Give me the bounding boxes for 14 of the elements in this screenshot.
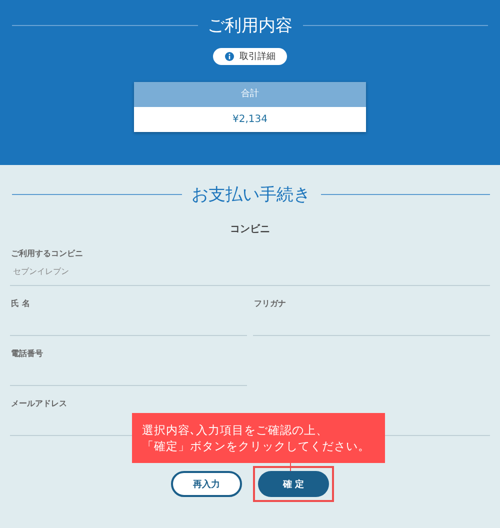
confirm-button[interactable]: 確 定 [258, 471, 329, 497]
input-field[interactable]: 電話番号 [10, 348, 247, 386]
info-icon [224, 52, 234, 61]
callout-tooltip: 選択内容､入力項目をご確認の上、 「確定」ボタンをクリックしてください。 [132, 413, 385, 463]
reenter-button[interactable]: 再入力 [171, 471, 242, 497]
input-field[interactable]: ご利用するコンビニ セブンイレブン [10, 248, 490, 286]
total-label: 合計 [134, 82, 366, 107]
payment-method: コンビニ [229, 222, 271, 236]
details-button[interactable]: 取引詳細 [213, 48, 287, 65]
input-field[interactable]: フリガナ [253, 298, 490, 336]
section-title: ご利用内容 [208, 15, 292, 37]
section-title: お支払い手続き [192, 184, 310, 206]
input-field[interactable]: 氏 名 [10, 298, 247, 336]
total-amount: ¥2,134 [232, 113, 268, 127]
